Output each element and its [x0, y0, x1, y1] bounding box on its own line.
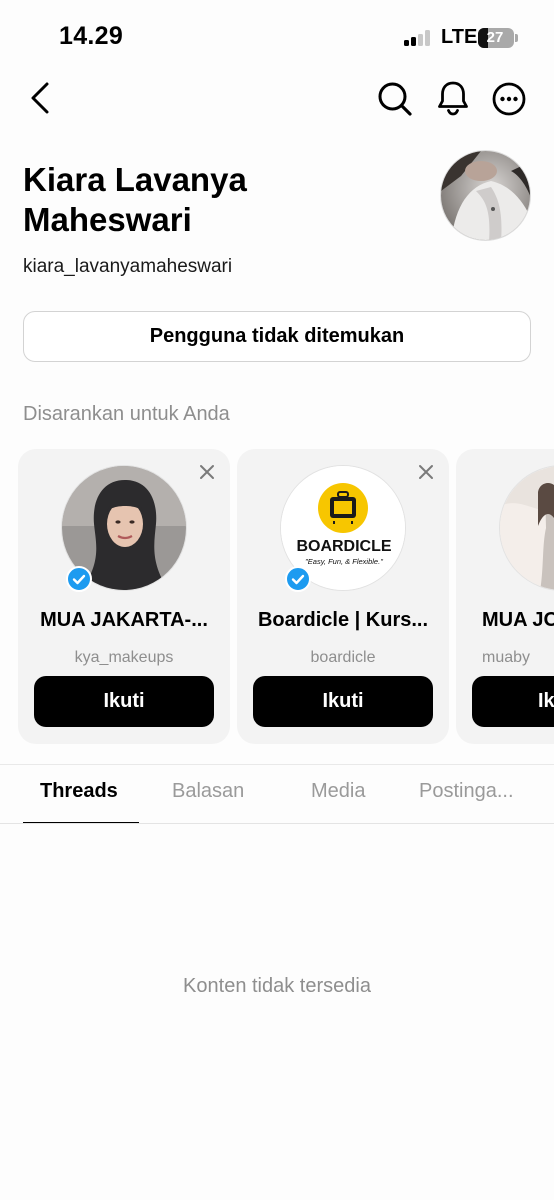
chevron-left-icon — [31, 82, 49, 114]
verified-badge-icon — [285, 566, 311, 592]
tab-media[interactable]: Media — [311, 780, 365, 803]
user-not-found-button[interactable]: Pengguna tidak ditemukan — [23, 311, 531, 362]
boardicle-tagline: "Easy, Fun, & Flexible." — [305, 557, 383, 566]
search-icon — [378, 82, 412, 116]
tabs-divider-top — [0, 764, 554, 765]
suggestion-username: boardicle — [310, 649, 376, 666]
battery-tip — [515, 34, 518, 42]
tab-balasan[interactable]: Balasan — [172, 780, 244, 803]
suggestion-username: muaby — [482, 649, 531, 666]
suggestions-title: Disarankan untuk Anda — [23, 403, 230, 425]
suggestion-name: MUA JO — [482, 609, 554, 631]
battery-icon: 27 — [478, 28, 514, 48]
search-button[interactable] — [377, 81, 413, 117]
suggestion-username: kya_makeups — [74, 649, 174, 666]
suggestion-avatar[interactable] — [499, 465, 554, 591]
follow-button[interactable]: Ikuti — [253, 676, 433, 727]
tabs-divider-bottom — [0, 823, 554, 824]
close-icon[interactable] — [417, 463, 435, 481]
suggestion-card[interactable]: MUA JAKARTA-... kya_makeups Ikuti — [18, 449, 230, 744]
tab-threads[interactable]: Threads — [40, 780, 118, 803]
verified-badge-icon — [66, 566, 92, 592]
profile-avatar[interactable] — [440, 150, 531, 241]
suggestion-card[interactable]: MUA JO muaby Ik — [456, 449, 554, 744]
empty-state-text: Konten tidak tersedia — [183, 975, 371, 997]
cellular-signal-icon — [404, 30, 434, 46]
network-type: LTE — [441, 26, 478, 48]
avatar-photo — [441, 151, 530, 240]
follow-button[interactable]: Ikuti — [34, 676, 214, 727]
profile-handle: kiara_lavanyamaheswari — [23, 256, 233, 277]
status-time: 14.29 — [59, 22, 124, 50]
notifications-button[interactable] — [435, 79, 471, 117]
profile-name: Kiara Lavanya Maheswari — [23, 161, 247, 238]
more-options-button[interactable] — [491, 81, 527, 117]
status-bar: 14.29 LTE 27 — [0, 0, 554, 72]
threads-profile-screen: 14.29 LTE 27 Kiara Lavanya Maheswari kia… — [0, 0, 554, 1200]
more-horizontal-circle-icon — [492, 82, 526, 116]
boardicle-logo-text: BOARDICLE — [296, 538, 391, 555]
tab-postingan[interactable]: Postinga... — [419, 780, 514, 803]
close-icon[interactable] — [198, 463, 216, 481]
suggestion-name: MUA JAKARTA-... — [40, 609, 208, 631]
back-button[interactable] — [26, 80, 56, 116]
follow-button[interactable]: Ik — [472, 676, 554, 727]
bell-icon — [438, 81, 468, 116]
suggestion-card[interactable]: BOARDICLE "Easy, Fun, & Flexible." Board… — [237, 449, 449, 744]
suggestion-name: Boardicle | Kurs... — [257, 609, 429, 631]
battery-percent: 27 — [486, 29, 504, 46]
person-photo — [500, 466, 554, 590]
